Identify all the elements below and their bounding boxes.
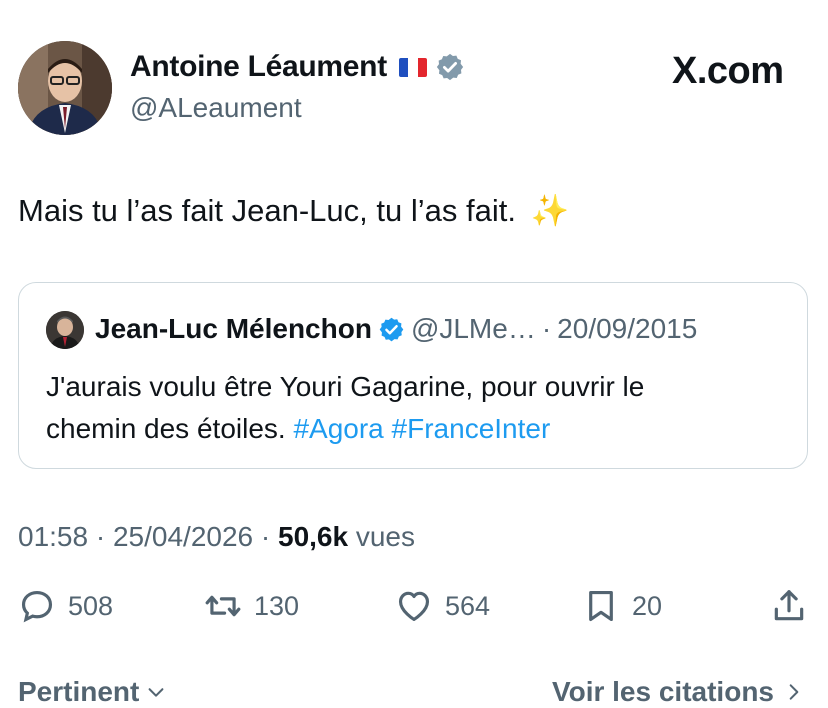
tweet-date[interactable]: 25/04/2026 xyxy=(113,521,253,552)
repost-button[interactable]: 130 xyxy=(204,587,299,625)
bookmark-count: 20 xyxy=(632,590,663,621)
x-com-logo: X.com xyxy=(672,50,784,92)
tweet-text: Mais tu l’as fait Jean-Luc, tu l’as fait… xyxy=(18,192,569,229)
quoted-text-line1: J'aurais voulu être Youri Gagarine, pour… xyxy=(46,371,645,402)
reply-button[interactable]: 508 xyxy=(18,587,113,625)
author-name[interactable]: Antoine Léaument xyxy=(130,50,387,84)
hashtag-agora[interactable]: #Agora xyxy=(293,413,383,444)
quoted-author-handle: @JLMe… xyxy=(410,313,536,344)
hashtag-franceinter[interactable]: #FranceInter xyxy=(392,413,551,444)
bookmark-button[interactable]: 20 xyxy=(582,587,662,625)
tweet-text-body: Mais tu l’as fait Jean-Luc, tu l’as fait… xyxy=(18,193,516,228)
verified-badge-icon xyxy=(379,317,404,341)
quoted-author-avatar xyxy=(46,311,84,349)
like-count: 564 xyxy=(445,590,491,621)
view-citations-label: Voir les citations xyxy=(552,676,774,707)
views-count: 50,6k xyxy=(278,521,349,552)
quoted-separator: · xyxy=(541,313,552,344)
like-button[interactable]: 564 xyxy=(395,587,490,625)
share-icon xyxy=(774,590,804,621)
view-citations-link[interactable]: Voir les citations xyxy=(552,676,804,708)
quoted-tweet-header: Jean-Luc Mélenchon @JLMe… · 20/09/2015 xyxy=(95,313,697,345)
quoted-text-line2: chemin des étoiles. xyxy=(46,413,286,444)
heart-icon xyxy=(398,591,430,622)
french-flag-icon xyxy=(398,57,427,77)
share-button[interactable] xyxy=(770,587,808,625)
author-name-row: Antoine Léaument xyxy=(130,50,465,84)
reply-count: 508 xyxy=(68,590,114,621)
verified-badge-icon xyxy=(436,53,464,81)
quoted-tweet-card[interactable]: Jean-Luc Mélenchon @JLMe… · 20/09/2015 J… xyxy=(18,282,808,469)
repost-icon xyxy=(205,595,241,617)
meta-separator: · xyxy=(95,521,106,552)
quoted-date: 20/09/2015 xyxy=(557,313,698,344)
chevron-down-icon xyxy=(148,688,164,697)
reply-icon xyxy=(21,590,53,623)
views-label: vues xyxy=(355,521,416,552)
quoted-tweet-text: J'aurais voulu être Youri Gagarine, pour… xyxy=(46,366,786,450)
author-avatar[interactable] xyxy=(18,41,112,135)
tweet-meta: 01:58 · 25/04/2026 · 50,6k vues xyxy=(18,521,415,553)
meta-separator: · xyxy=(260,521,271,552)
tweet-time[interactable]: 01:58 xyxy=(18,521,88,552)
sort-label: Pertinent xyxy=(18,676,140,707)
sort-dropdown[interactable]: Pertinent xyxy=(18,676,167,708)
chevron-right-icon xyxy=(789,684,799,700)
quoted-author-name: Jean-Luc Mélenchon xyxy=(95,313,372,344)
author-handle[interactable]: @ALeaument xyxy=(130,92,302,124)
sparkles-icon: ✨ xyxy=(530,193,570,228)
action-bar: 508 130 564 20 xyxy=(18,587,810,633)
repost-count: 130 xyxy=(254,590,300,621)
bookmark-icon xyxy=(589,590,613,622)
